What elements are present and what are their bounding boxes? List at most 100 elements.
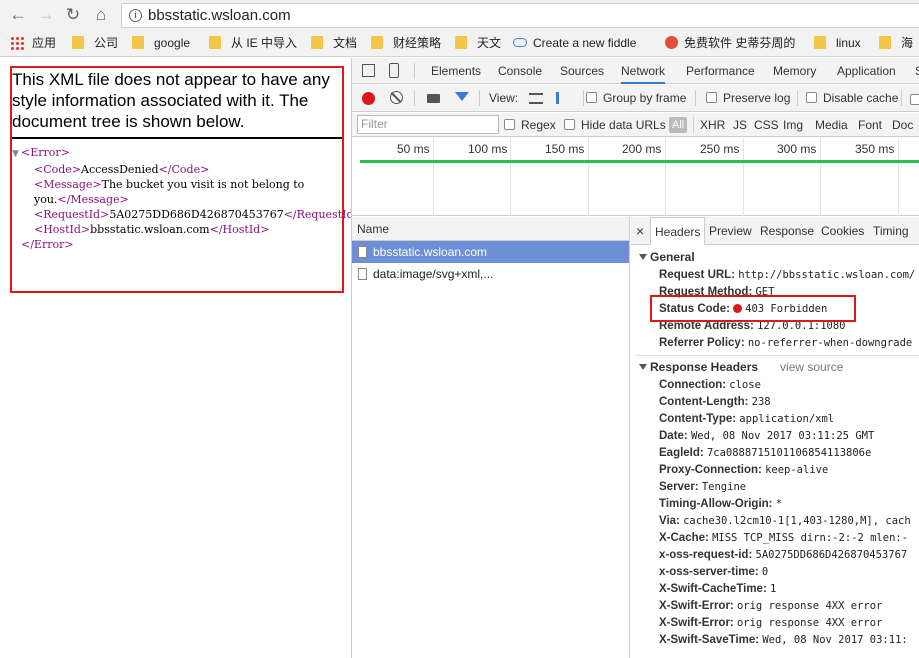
xml-line: </Error> [12,237,342,252]
view-label: View: [489,91,519,105]
tab-sources[interactable]: Sources [560,58,604,84]
filter-xhr-button[interactable]: XHR [700,118,725,132]
tab-timing[interactable]: Timing [873,217,909,245]
filter-media-button[interactable]: Media [815,118,848,132]
bookmark-import-ie[interactable]: 从 IE 中导入 [209,35,297,52]
filter-input[interactable]: Filter [357,115,499,134]
back-arrow-icon[interactable]: ← [8,5,28,25]
record-icon[interactable] [362,92,375,105]
info-icon[interactable]: i [129,9,142,22]
bookmark-astronomy[interactable]: 天文 [455,35,501,52]
header-key: Content-Type: [659,413,737,425]
section-title: Response Headers [650,360,759,374]
address-bar[interactable]: i bbsstatic.wsloan.com [121,3,919,28]
bookmark-google[interactable]: google [132,35,190,52]
details-tab-bar: × Headers Preview Response Cookies Timin… [631,217,919,245]
tab-elements[interactable]: Elements [431,58,481,84]
xml-text: 5A0275DD686D426870453767 [109,208,284,221]
clear-icon[interactable] [390,91,403,104]
header-row: Server: Tengine [659,479,746,496]
offline-checkbox[interactable] [910,94,919,105]
xml-style-notice: This XML file does not appear to have an… [12,68,342,139]
header-row: Request URL: http://bbsstatic.wsloan.com… [659,267,915,284]
tab-network[interactable]: Network [621,58,666,84]
filter-font-button[interactable]: Font [858,118,882,132]
reload-icon[interactable]: ↻ [63,5,83,25]
tab-cookies[interactable]: Cookies [821,217,864,245]
status-highlight-box [650,295,856,322]
divider [414,90,415,106]
timeline-gridline [433,138,434,216]
header-row: X-Cache: MISS TCP_MISS dirn:-2:-2 mlen:- [659,530,908,547]
filter-doc-button[interactable]: Doc [892,118,913,132]
filter-css-button[interactable]: CSS [754,118,779,132]
timeline-gridline [665,138,666,216]
xml-text: you. [34,193,58,206]
waterfall-icon[interactable] [556,92,571,104]
group-by-frame-checkbox[interactable]: Group by frame [586,91,686,105]
header-key: X-Swift-CacheTime: [659,583,767,595]
folder-icon [209,36,221,49]
close-icon[interactable]: × [636,217,644,245]
tab-memory[interactable]: Memory [773,58,816,84]
tab-headers[interactable]: Headers [650,217,706,245]
header-key: Server: [659,481,699,493]
device-toolbar-icon[interactable] [389,63,399,78]
general-section-toggle[interactable]: General [639,250,695,264]
home-icon[interactable]: ⌂ [91,5,111,25]
request-row[interactable]: bbsstatic.wsloan.com [352,241,629,263]
network-timeline[interactable]: 50 ms 100 ms 150 ms 200 ms 250 ms 300 ms… [352,138,919,216]
inspect-element-icon[interactable] [362,64,375,77]
filter-js-button[interactable]: JS [733,118,747,132]
header-value: 1 [769,583,777,595]
folder-icon [879,36,891,49]
tab-console[interactable]: Console [498,58,542,84]
xml-tag: </HostId> [209,223,270,236]
xml-text: The bucket you visit is not belong to [101,178,305,191]
bookmark-label: Create a new fiddle [533,36,637,50]
bookmark-label: 文档 [333,36,358,50]
header-row: Timing-Allow-Origin: * [659,496,782,513]
xml-line: ▼ <Error> [12,145,342,162]
bookmark-label: 海 [901,36,914,50]
screenshot-camera-icon[interactable] [427,94,440,103]
timeline-gridline [588,138,589,216]
xml-tree: ▼ <Error> <Code>AccessDenied</Code> <Mess… [12,145,363,252]
view-source-link[interactable]: view source [780,360,843,374]
xml-line: <HostId>bbsstatic.wsloan.com</HostId> [12,222,342,237]
bookmark-apps[interactable]: 应用 [10,35,56,52]
tab-security[interactable]: S [915,58,919,84]
large-rows-icon[interactable] [529,93,543,104]
bookmark-company[interactable]: 公司 [72,35,118,52]
bookmark-sea[interactable]: 海 [879,35,913,52]
filter-funnel-icon[interactable] [455,92,469,101]
filter-all-button[interactable]: All [669,117,688,133]
disable-cache-checkbox[interactable]: Disable cache [806,91,898,105]
tab-preview[interactable]: Preview [709,217,752,245]
collapse-triangle-icon[interactable]: ▼ [12,147,21,162]
checkbox-label: Disable cache [823,91,899,105]
header-row: EagleId: 7ca0888715101106854113806e [659,445,871,462]
bookmark-freeware[interactable]: 免费软件 史蒂芬周的 [665,35,795,52]
preserve-log-checkbox[interactable]: Preserve log [706,91,790,105]
tab-response[interactable]: Response [760,217,814,245]
checkbox-label: Preserve log [723,91,791,105]
response-headers-section-toggle[interactable]: Response Headers view source [639,360,843,374]
folder-icon [72,36,84,49]
request-row[interactable]: data:image/svg+xml,... [352,263,629,285]
regex-checkbox[interactable]: Regex [504,118,556,132]
bookmark-fiddle[interactable]: Create a new fiddle [513,35,636,52]
hide-data-urls-checkbox[interactable]: Hide data URLs [564,118,666,132]
column-header-name[interactable]: Name [352,217,629,241]
url-text: bbsstatic.wsloan.com [148,7,291,24]
forward-arrow-icon[interactable]: → [36,5,56,25]
bookmark-linux[interactable]: linux [814,35,861,52]
header-key: EagleId: [659,447,704,459]
xml-tag: <Message> [34,178,102,191]
bookmark-docs[interactable]: 文档 [311,35,357,52]
header-value: http://bbsstatic.wsloan.com/ [738,269,916,281]
bookmark-finance[interactable]: 财经策略 [371,35,441,52]
filter-img-button[interactable]: Img [783,118,803,132]
tab-performance[interactable]: Performance [686,58,755,84]
tab-application[interactable]: Application [837,58,896,84]
